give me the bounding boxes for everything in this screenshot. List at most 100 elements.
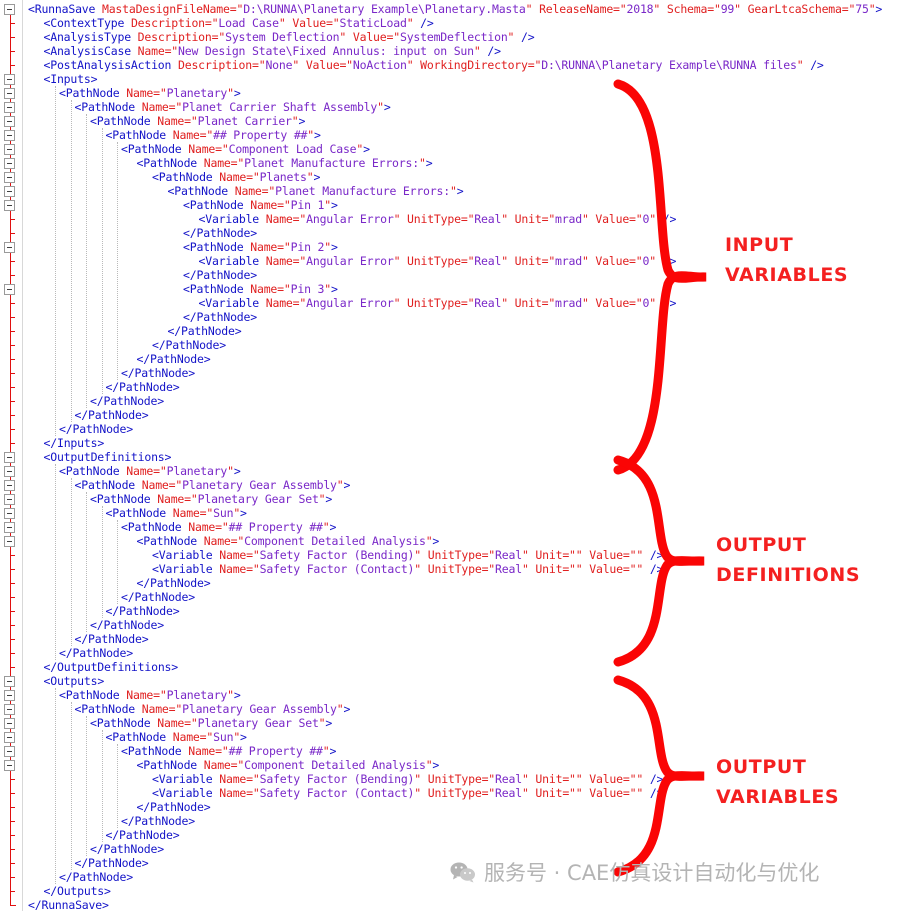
- code-line: </PathNode>: [167, 324, 242, 338]
- fold-tick: [10, 807, 15, 808]
- code-line: <Variable Name="Safety Factor (Bending)"…: [152, 772, 664, 786]
- fold-toggle[interactable]: [4, 116, 15, 127]
- fold-tick: [10, 863, 15, 864]
- code-fold-gutter[interactable]: [0, 0, 23, 911]
- fold-toggle[interactable]: [4, 284, 15, 295]
- fold-toggle[interactable]: [4, 466, 15, 477]
- code-line: <PathNode Name="Pin 2">: [183, 240, 338, 254]
- code-line: </PathNode>: [183, 310, 257, 324]
- fold-tick: [10, 821, 15, 822]
- code-line: </PathNode>: [59, 646, 133, 660]
- code-line: </PathNode>: [90, 842, 164, 856]
- wechat-icon: [450, 861, 476, 883]
- fold-toggle[interactable]: [4, 494, 15, 505]
- code-line: </PathNode>: [74, 856, 149, 870]
- fold-toggle[interactable]: [4, 172, 15, 183]
- watermark: 服务号 · CAE仿真设计自动化与优化: [450, 857, 819, 887]
- fold-toggle[interactable]: [4, 242, 15, 253]
- code-line: <ContextType Description="Load Case" Val…: [43, 16, 434, 30]
- code-line: </Outputs>: [43, 884, 111, 898]
- fold-toggle[interactable]: [4, 508, 15, 519]
- fold-tick: [10, 303, 15, 304]
- code-line: </PathNode>: [59, 870, 133, 884]
- code-line: </PathNode>: [90, 618, 164, 632]
- fold-tick: [10, 625, 15, 626]
- code-line: <PathNode Name="Planetary Gear Assembly"…: [74, 702, 351, 716]
- code-line: <PathNode Name="## Property ##">: [121, 520, 337, 534]
- code-line: </PathNode>: [136, 352, 211, 366]
- fold-tick: [10, 317, 15, 318]
- code-line: <PathNode Name="Pin 3">: [183, 282, 338, 296]
- fold-toggle[interactable]: [4, 186, 15, 197]
- fold-toggle[interactable]: [4, 200, 15, 211]
- code-line: </PathNode>: [121, 814, 195, 828]
- fold-toggle[interactable]: [4, 102, 15, 113]
- code-line: <PathNode Name="Planetary">: [59, 688, 241, 702]
- fold-tick: [10, 653, 15, 654]
- fold-toggle[interactable]: [4, 746, 15, 757]
- code-line: <PathNode Name="Planetary Gear Assembly"…: [74, 478, 351, 492]
- code-line: </PathNode>: [74, 632, 149, 646]
- code-line: <PathNode Name="Sun">: [105, 506, 247, 520]
- code-line: <OutputDefinitions>: [43, 450, 172, 464]
- annotation-output-definitions: OUTPUT DEFINITIONS: [716, 530, 860, 590]
- code-line: <PathNode Name="Component Detailed Analy…: [136, 534, 440, 548]
- annotation-line-2: VARIABLES: [725, 264, 849, 286]
- code-line: <PathNode Name="Planetary Gear Set">: [90, 492, 333, 506]
- code-line: <RunnaSave MastaDesignFileName="D:\RUNNA…: [28, 2, 883, 16]
- annotation-line-2: DEFINITIONS: [716, 564, 861, 586]
- annotation-line-1: INPUT: [725, 234, 794, 256]
- code-line: <Variable Name="Angular Error" UnitType=…: [198, 254, 677, 268]
- fold-tick: [10, 331, 15, 332]
- fold-toggle[interactable]: [4, 704, 15, 715]
- code-line: <PathNode Name="Planet Carrier Shaft Ass…: [74, 100, 391, 114]
- fold-toggle[interactable]: [4, 158, 15, 169]
- fold-toggle[interactable]: [4, 4, 15, 15]
- fold-tick: [10, 597, 15, 598]
- fold-toggle[interactable]: [4, 480, 15, 491]
- code-line: <PathNode Name="Planet Manufacture Error…: [167, 184, 464, 198]
- fold-tick: [10, 849, 15, 850]
- code-line: <PathNode Name="Pin 1">: [183, 198, 338, 212]
- code-line: <PathNode Name="## Property ##">: [121, 744, 337, 758]
- fold-toggle[interactable]: [4, 732, 15, 743]
- fold-toggle[interactable]: [4, 536, 15, 547]
- fold-tick: [10, 555, 15, 556]
- fold-toggle[interactable]: [4, 690, 15, 701]
- code-line: <Outputs>: [43, 674, 105, 688]
- fold-tick: [10, 373, 15, 374]
- code-line: </PathNode>: [105, 604, 180, 618]
- code-line: </PathNode>: [90, 394, 164, 408]
- code-line: <PathNode Name="Planet Carrier">: [90, 114, 306, 128]
- fold-toggle[interactable]: [4, 130, 15, 141]
- fold-tick: [10, 261, 15, 262]
- fold-toggle[interactable]: [4, 522, 15, 533]
- code-line: <Variable Name="Safety Factor (Contact)"…: [152, 786, 664, 800]
- code-line: </PathNode>: [105, 380, 180, 394]
- fold-toggle[interactable]: [4, 718, 15, 729]
- code-line: <Variable Name="Safety Factor (Bending)"…: [152, 548, 664, 562]
- fold-toggle[interactable]: [4, 760, 15, 771]
- code-line: <PathNode Name="Sun">: [105, 730, 247, 744]
- fold-toggle[interactable]: [4, 88, 15, 99]
- fold-toggle[interactable]: [4, 452, 15, 463]
- fold-tick: [10, 835, 15, 836]
- code-line: <PathNode Name="Component Detailed Analy…: [136, 758, 440, 772]
- fold-end: [10, 905, 16, 906]
- watermark-text: 服务号 · CAE仿真设计自动化与优化: [484, 861, 820, 885]
- code-line: <PathNode Name="Planet Manufacture Error…: [136, 156, 433, 170]
- code-line: <Variable Name="Angular Error" UnitType=…: [198, 212, 677, 226]
- fold-toggle[interactable]: [4, 74, 15, 85]
- fold-tick: [10, 443, 15, 444]
- code-line: <PathNode Name="Planetary Gear Set">: [90, 716, 333, 730]
- code-line: <PathNode Name="Component Load Case">: [121, 142, 370, 156]
- fold-tick: [10, 877, 15, 878]
- code-line: </PathNode>: [121, 590, 195, 604]
- code-line: </PathNode>: [105, 828, 180, 842]
- xml-source-viewer: <RunnaSave MastaDesignFileName="D:\RUNNA…: [0, 0, 910, 911]
- fold-tick: [10, 891, 15, 892]
- fold-toggle[interactable]: [4, 676, 15, 687]
- code-line: </PathNode>: [136, 800, 211, 814]
- annotation-output-variables: OUTPUT VARIABLES: [716, 752, 839, 812]
- fold-toggle[interactable]: [4, 144, 15, 155]
